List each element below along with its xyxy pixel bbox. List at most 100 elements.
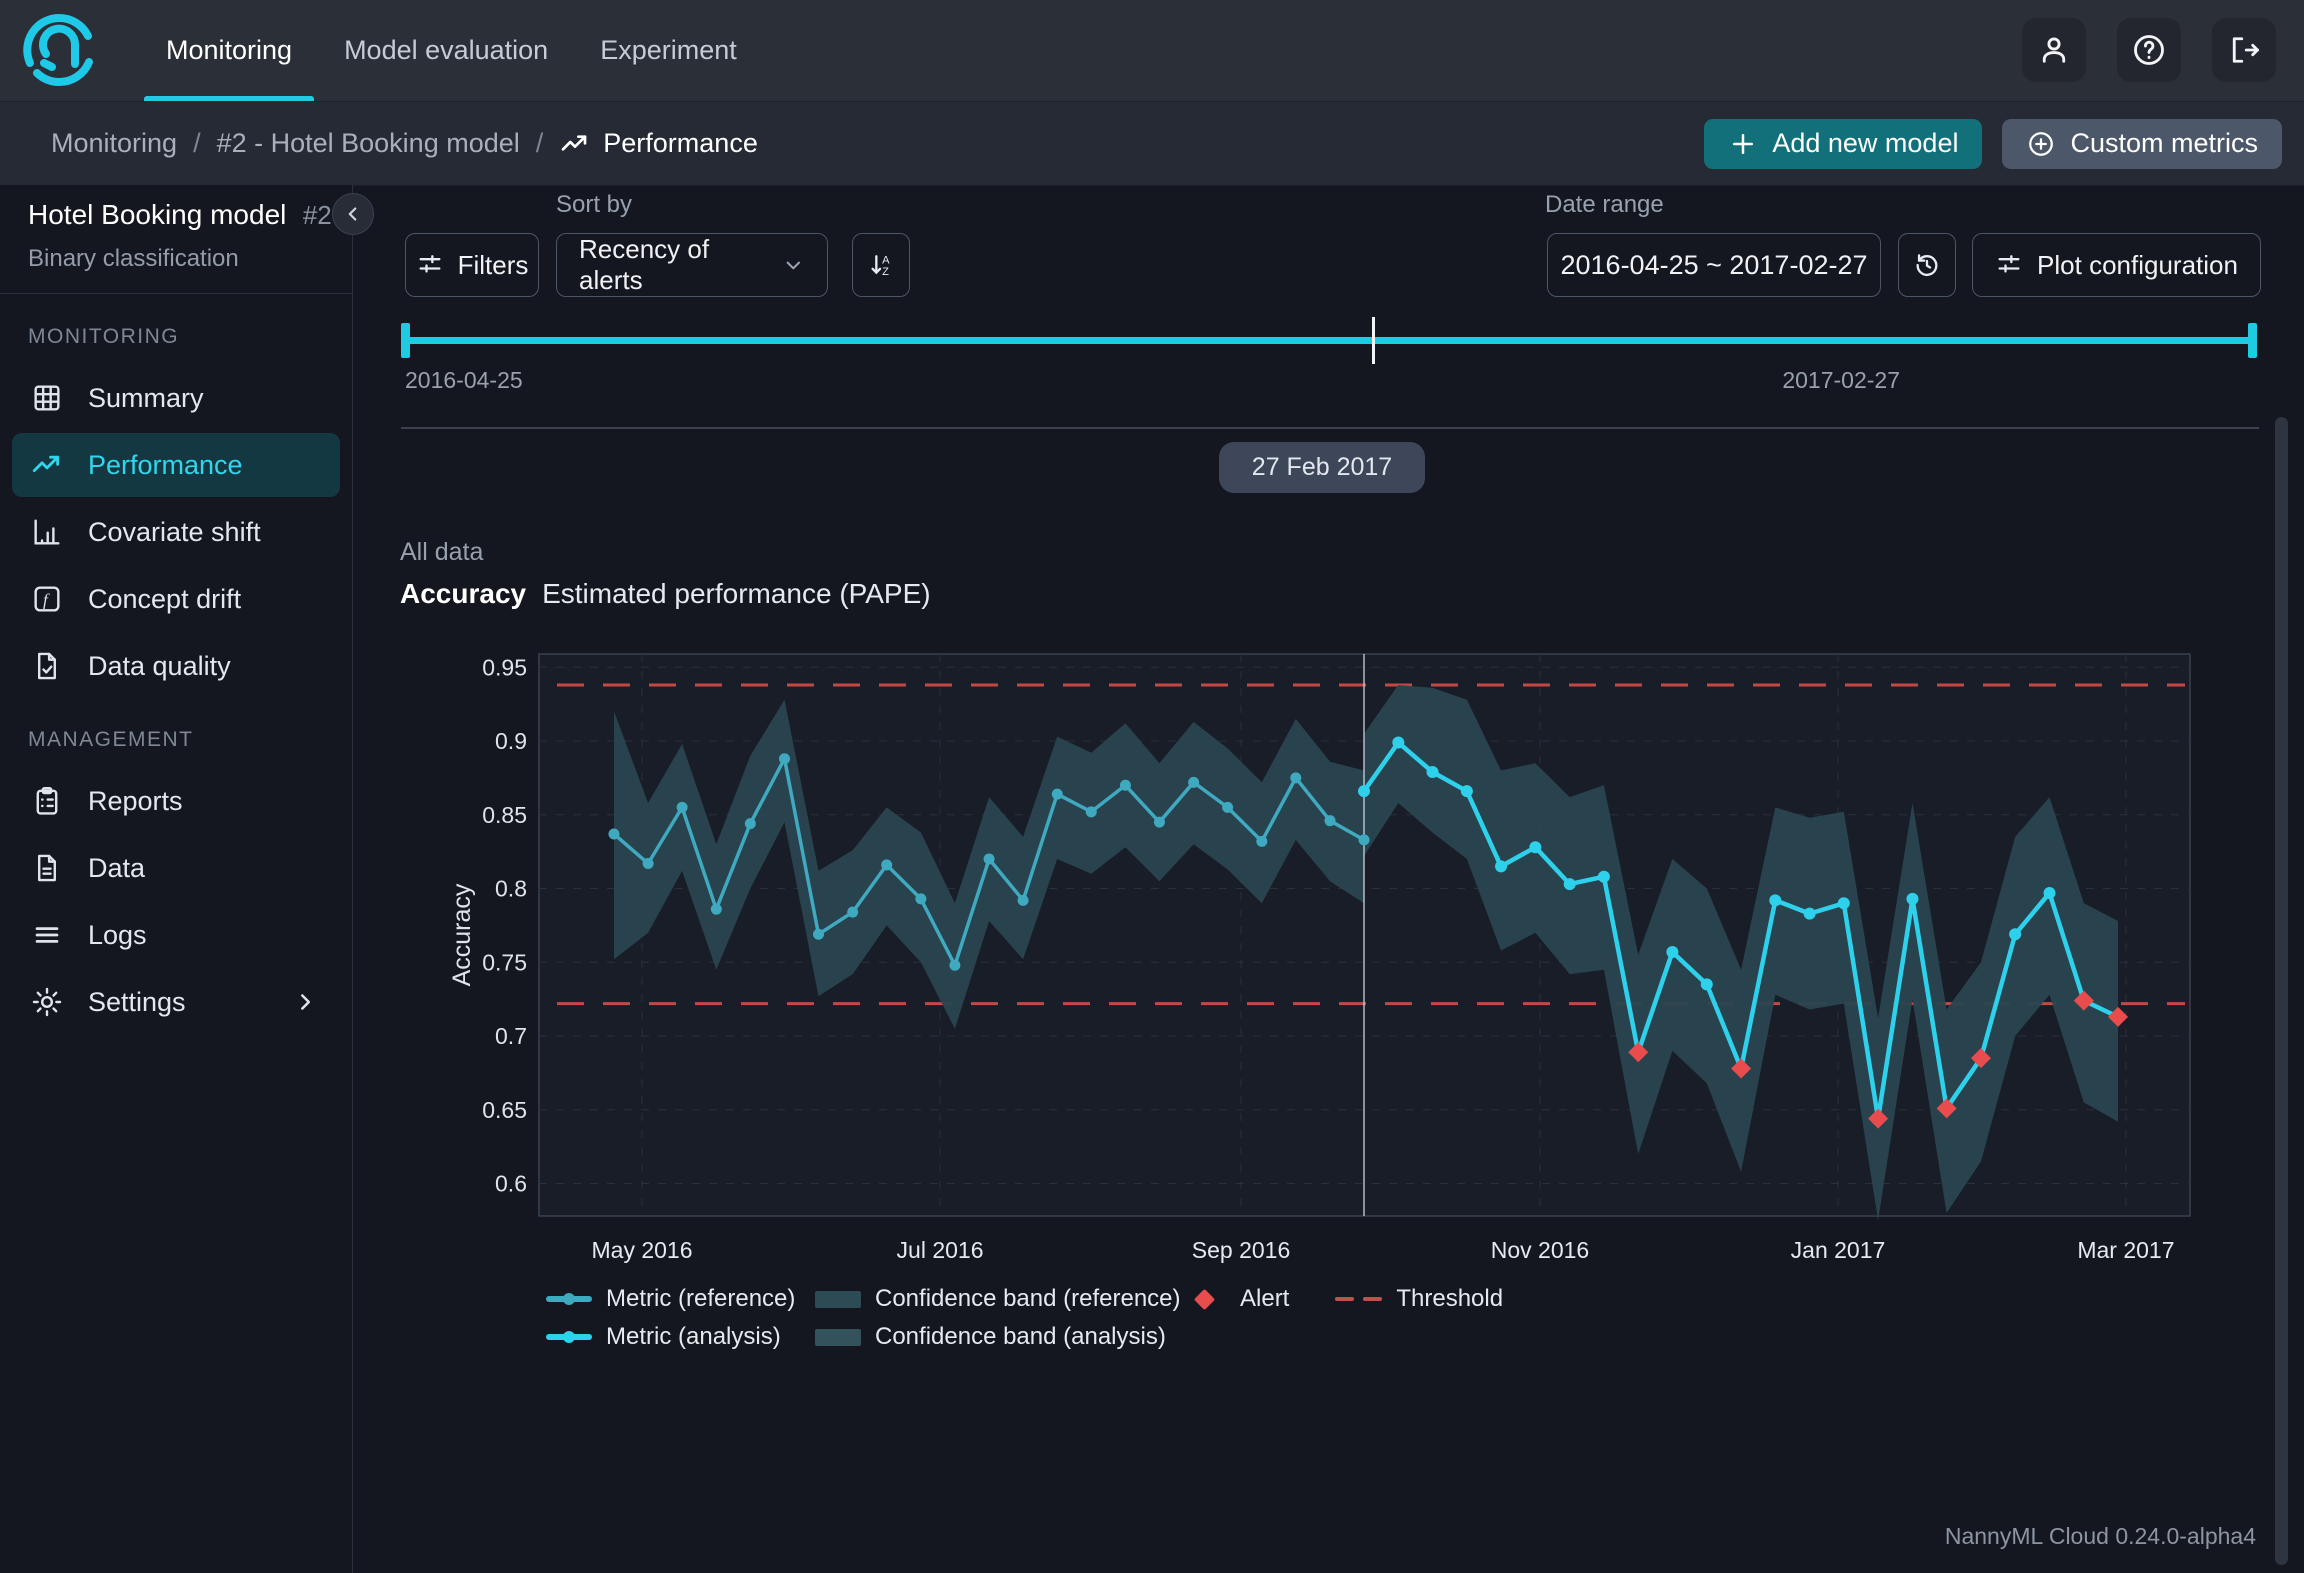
data-point[interactable] [779,753,791,765]
data-point[interactable] [1085,806,1097,818]
custom-metrics-button[interactable]: Custom metrics [2002,118,2282,169]
data-point[interactable] [1597,870,1610,883]
data-point[interactable] [1358,785,1371,798]
data-point[interactable] [1188,776,1200,788]
data-point[interactable] [744,818,756,830]
sidebar-item-logs[interactable]: Logs [12,903,340,967]
clipboard-icon [30,784,88,818]
data-point[interactable] [1666,945,1679,958]
data-point[interactable] [881,859,893,871]
legend-item-threshold[interactable]: Threshold [1335,1285,1503,1313]
date-range-slider[interactable] [401,323,2257,358]
x-tick-label: Nov 2016 [1491,1237,1589,1263]
data-point[interactable] [2043,886,2056,899]
vertical-scrollbar[interactable] [2275,417,2288,1565]
performance-chart[interactable]: 0.6 0.65 0.7 0.75 0.8 0.85 0.9 0.95 May 2016 Jul … [440,640,2230,1285]
data-point[interactable] [813,928,825,940]
cursor-date-pill[interactable]: 27 Feb 2017 [1219,442,1425,493]
data-point[interactable] [1769,894,1782,907]
slider-cursor[interactable] [1372,317,1375,364]
y-tick-label: 0.6 [495,1171,527,1197]
plot-configuration-button[interactable]: Plot configuration [1972,233,2261,297]
nannyml-logo[interactable] [16,7,102,93]
slider-handle-end[interactable] [2248,323,2257,358]
data-point[interactable] [1563,878,1576,891]
data-point[interactable] [1119,779,1131,791]
legend-item-metric-analysis[interactable]: Metric (analysis) [546,1323,815,1351]
tab-monitoring[interactable]: Monitoring [140,0,318,101]
help-button[interactable] [2117,18,2181,82]
user-icon [2036,32,2072,68]
data-point[interactable] [1837,897,1850,910]
legend-item-alert[interactable]: Alert [1189,1285,1289,1313]
data-point[interactable] [1290,772,1302,784]
data-point[interactable] [1700,978,1713,991]
x-tick-label: May 2016 [592,1237,693,1263]
tab-model-evaluation[interactable]: Model evaluation [318,0,574,101]
breadcrumb-item-monitoring[interactable]: Monitoring [51,128,177,159]
reset-date-range-button[interactable] [1898,233,1956,297]
legend-item-confidence-band-analysis[interactable]: Confidence band (analysis) [815,1323,1189,1351]
sidebar-item-data-quality[interactable]: Data quality [12,634,340,698]
user-button[interactable] [2022,18,2086,82]
data-point[interactable] [1324,815,1336,827]
data-point[interactable] [1222,801,1234,813]
data-point[interactable] [608,828,620,840]
add-new-model-button[interactable]: Add new model [1704,118,1983,169]
data-point[interactable] [1153,816,1165,828]
sliders-icon [419,255,441,273]
legend-item-confidence-band-reference[interactable]: Confidence band (reference) [815,1285,1189,1313]
data-point[interactable] [983,853,995,865]
data-point[interactable] [642,857,654,869]
breadcrumb-bar: Monitoring / #2 - Hotel Booking model / … [0,102,2304,186]
sidebar-item-data[interactable]: Data [12,836,340,900]
svg-text:f: f [43,591,50,610]
chart-metric-name: Accuracy [400,578,527,609]
sidebar-collapse-button[interactable] [332,193,374,235]
data-point[interactable] [949,959,961,971]
sidebar-item-settings[interactable]: Settings [12,970,340,1034]
data-point[interactable] [847,906,859,918]
data-point[interactable] [1017,894,1029,906]
data-point[interactable] [1906,892,1919,905]
sidebar-divider [0,293,352,294]
filters-button[interactable]: Filters [405,233,539,297]
sidebar-item-summary[interactable]: Summary [12,366,340,430]
data-point[interactable] [710,903,722,915]
data-point[interactable] [2009,928,2022,941]
data-point[interactable] [1803,907,1816,920]
sidebar-item-performance[interactable]: Performance [12,433,340,497]
sort-select[interactable]: Recency of alerts [556,233,828,297]
document-icon [30,851,88,885]
bar-chart-icon [30,515,88,549]
sidebar-section-monitoring: MONITORING Summary Performance Covariate sh… [0,303,352,698]
breadcrumb-current: Performance [559,128,758,160]
legend-item-metric-reference[interactable]: Metric (reference) [546,1285,815,1313]
sidebar-item-reports[interactable]: Reports [12,769,340,833]
filters-label: Filters [457,249,529,280]
breadcrumb-item-model[interactable]: #2 - Hotel Booking model [217,128,520,159]
legend-label: Metric (analysis) [606,1323,781,1350]
sidebar-item-covariate-shift[interactable]: Covariate shift [12,500,340,564]
x-tick-label: Jul 2016 [897,1237,984,1263]
data-point[interactable] [1529,841,1542,854]
data-point[interactable] [1358,834,1370,846]
data-point[interactable] [915,893,927,905]
data-point[interactable] [1426,766,1439,779]
sidebar-item-concept-drift[interactable]: f Concept drift [12,567,340,631]
data-point[interactable] [676,801,688,813]
slider-handle-start[interactable] [401,323,410,358]
data-point[interactable] [1256,835,1268,847]
sort-order-button[interactable]: AZ [852,233,910,297]
tab-experiment[interactable]: Experiment [574,0,763,101]
legend-row: Metric (analysis) Confidence band (analys… [546,1323,1549,1351]
data-point[interactable] [1460,785,1473,798]
legend-label: Confidence band (analysis) [875,1323,1166,1350]
data-point[interactable] [1495,860,1508,873]
slider-start-date: 2016-04-25 [405,367,523,393]
date-range-input[interactable]: 2016-04-25 ~ 2017-02-27 [1547,233,1881,297]
logout-button[interactable] [2212,18,2276,82]
data-point[interactable] [1051,788,1063,800]
custom-metrics-label: Custom metrics [2070,128,2258,158]
data-point[interactable] [1392,736,1405,749]
